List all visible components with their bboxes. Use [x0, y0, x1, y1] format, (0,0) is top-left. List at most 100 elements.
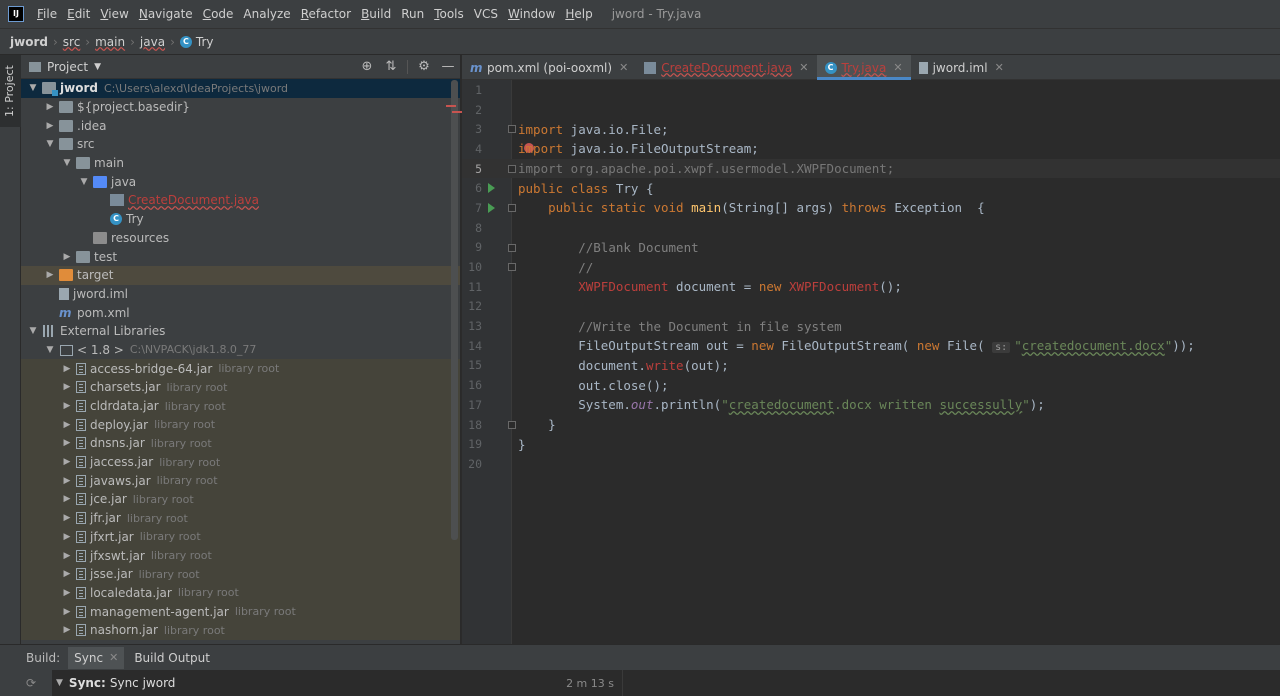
fold-icon[interactable]: [508, 164, 516, 173]
tree-item[interactable]: ▼ java: [21, 172, 460, 191]
chevron-right-icon[interactable]: ▶: [61, 513, 73, 523]
chevron-right-icon[interactable]: ▶: [61, 438, 73, 448]
locate-icon[interactable]: ⊕: [355, 59, 379, 74]
chevron-down-icon[interactable]: ▼: [27, 83, 39, 93]
chevron-right-icon[interactable]: ▶: [61, 607, 73, 617]
chevron-right-icon[interactable]: ▶: [61, 625, 73, 635]
chevron-right-icon[interactable]: ▶: [61, 401, 73, 411]
editor-tab[interactable]: m pom.xml (poi-ooxml) ✕: [462, 55, 636, 80]
tree-item[interactable]: ▶ javaws.jar library root: [21, 471, 460, 491]
breadcrumb-item[interactable]: src: [63, 35, 81, 49]
menu-item-vcs[interactable]: VCS: [469, 0, 503, 28]
tree-item[interactable]: C Try: [21, 210, 460, 229]
breadcrumb-item[interactable]: C Try: [179, 35, 213, 49]
build-tab-build-output[interactable]: Build Output: [134, 651, 210, 665]
menu-item-navigate[interactable]: Navigate: [134, 0, 198, 28]
code-area[interactable]: 1 2 3 import java.io.File; 4 import java.io.F…: [462, 80, 1280, 644]
tree-item[interactable]: resources: [21, 229, 460, 248]
tree-item[interactable]: ▶ access-bridge-64.jar library root: [21, 359, 460, 378]
project-view-selector[interactable]: Project: [47, 60, 88, 74]
menu-item-refactor[interactable]: Refactor: [296, 0, 356, 28]
chevron-down-icon[interactable]: ▼: [44, 345, 56, 355]
chevron-down-icon[interactable]: ▼: [94, 62, 101, 72]
tree-item[interactable]: ▶ localedata.jar library root: [21, 583, 460, 603]
tree-item[interactable]: ▶ jaccess.jar library root: [21, 452, 460, 472]
chevron-right-icon[interactable]: ▶: [61, 476, 73, 486]
menu-item-run[interactable]: Run: [396, 0, 429, 28]
tree-item[interactable]: ▶ management-agent.jar library root: [21, 602, 460, 621]
editor-tab[interactable]: jword.iml ✕: [911, 55, 1012, 80]
chevron-right-icon[interactable]: ▶: [61, 569, 73, 579]
close-icon[interactable]: ✕: [799, 61, 808, 74]
tree-item[interactable]: ▼ < 1.8 > C:\NVPACK\jdk1.8.0_77: [21, 341, 460, 360]
menu-item-analyze[interactable]: Analyze: [238, 0, 295, 28]
chevron-down-icon[interactable]: ▼: [56, 678, 63, 688]
fold-icon[interactable]: [508, 420, 516, 429]
menu-item-edit[interactable]: Edit: [62, 0, 95, 28]
tree-item[interactable]: ▶ jce.jar library root: [21, 490, 460, 509]
project-tree-scrollbar[interactable]: [451, 80, 458, 540]
close-icon[interactable]: ✕: [619, 61, 628, 74]
close-icon[interactable]: ✕: [995, 61, 1004, 74]
chevron-right-icon[interactable]: ▶: [61, 551, 73, 561]
tree-item[interactable]: ▼ src: [21, 135, 460, 154]
chevron-right-icon[interactable]: ▶: [44, 270, 56, 280]
chevron-right-icon[interactable]: ▶: [61, 364, 73, 374]
chevron-right-icon[interactable]: ▶: [61, 494, 73, 504]
chevron-right-icon[interactable]: ▶: [44, 121, 56, 131]
editor-tab[interactable]: CreateDocument.java ✕: [636, 55, 816, 80]
tree-item[interactable]: ▶ deploy.jar library root: [21, 415, 460, 435]
menu-item-view[interactable]: View: [95, 0, 133, 28]
chevron-right-icon[interactable]: ▶: [44, 102, 56, 112]
chevron-right-icon[interactable]: ▶: [61, 532, 73, 542]
breadcrumb-item[interactable]: main: [95, 35, 125, 49]
fold-icon[interactable]: [508, 263, 516, 272]
menu-item-code[interactable]: Code: [198, 0, 239, 28]
tree-item[interactable]: ▼ main: [21, 154, 460, 173]
hide-icon[interactable]: —: [436, 59, 460, 74]
tree-item[interactable]: ▶ jfr.jar library root: [21, 508, 460, 528]
menu-item-window[interactable]: Window: [503, 0, 560, 28]
chevron-down-icon[interactable]: ▼: [44, 139, 56, 149]
sync-row[interactable]: ▼ Sync: Sync jword 2 m 13 s: [52, 670, 622, 696]
chevron-right-icon[interactable]: ▶: [61, 420, 73, 430]
tree-item[interactable]: ▶ cldrdata.jar library root: [21, 396, 460, 416]
menu-item-help[interactable]: Help: [560, 0, 597, 28]
chevron-right-icon[interactable]: ▶: [61, 382, 73, 392]
gear-icon[interactable]: ⚙: [412, 59, 436, 74]
refresh-icon[interactable]: ⟳: [26, 676, 36, 690]
fold-icon[interactable]: [508, 125, 516, 134]
tree-item[interactable]: ▶ ${project.basedir}: [21, 98, 460, 117]
tree-item[interactable]: m pom.xml: [21, 303, 460, 322]
menu-item-build[interactable]: Build: [356, 0, 396, 28]
fold-icon[interactable]: [508, 243, 516, 252]
fold-icon[interactable]: [508, 204, 516, 213]
tree-item[interactable]: ▼ jword C:\Users\alexd\IdeaProjects\jword: [21, 79, 460, 98]
project-tool-window-button[interactable]: 1: Project: [0, 55, 21, 127]
breadcrumb-item[interactable]: java: [140, 35, 165, 49]
chevron-down-icon[interactable]: ▼: [61, 158, 73, 168]
chevron-down-icon[interactable]: ▼: [78, 177, 90, 187]
build-tab-sync[interactable]: Sync ✕: [68, 646, 125, 673]
tree-item[interactable]: jword.iml: [21, 285, 460, 304]
tree-item[interactable]: ▶ charsets.jar library root: [21, 378, 460, 397]
close-icon[interactable]: ✕: [109, 651, 118, 664]
menu-item-tools[interactable]: Tools: [429, 0, 469, 28]
chevron-right-icon[interactable]: ▶: [61, 252, 73, 262]
tree-item[interactable]: ▶ jfxrt.jar library root: [21, 527, 460, 547]
tree-item[interactable]: ▶ target: [21, 265, 460, 285]
tree-item[interactable]: CreateDocument.java: [21, 191, 460, 210]
tree-item[interactable]: ▶ jfxswt.jar library root: [21, 546, 460, 565]
tree-item[interactable]: ▶ test: [21, 247, 460, 266]
editor-tab[interactable]: C Try.java ✕: [816, 55, 911, 80]
collapse-all-icon[interactable]: ⇅: [379, 59, 403, 74]
tree-item[interactable]: ▶ dnsns.jar library root: [21, 434, 460, 453]
chevron-right-icon[interactable]: ▶: [61, 457, 73, 467]
run-icon[interactable]: [488, 183, 495, 194]
menu-item-file[interactable]: File: [32, 0, 62, 28]
tree-item[interactable]: ▶ .idea: [21, 116, 460, 135]
close-icon[interactable]: ✕: [893, 61, 902, 74]
chevron-right-icon[interactable]: ▶: [61, 588, 73, 598]
run-icon[interactable]: [488, 203, 495, 214]
tree-item[interactable]: ▼ External Libraries: [21, 322, 460, 341]
